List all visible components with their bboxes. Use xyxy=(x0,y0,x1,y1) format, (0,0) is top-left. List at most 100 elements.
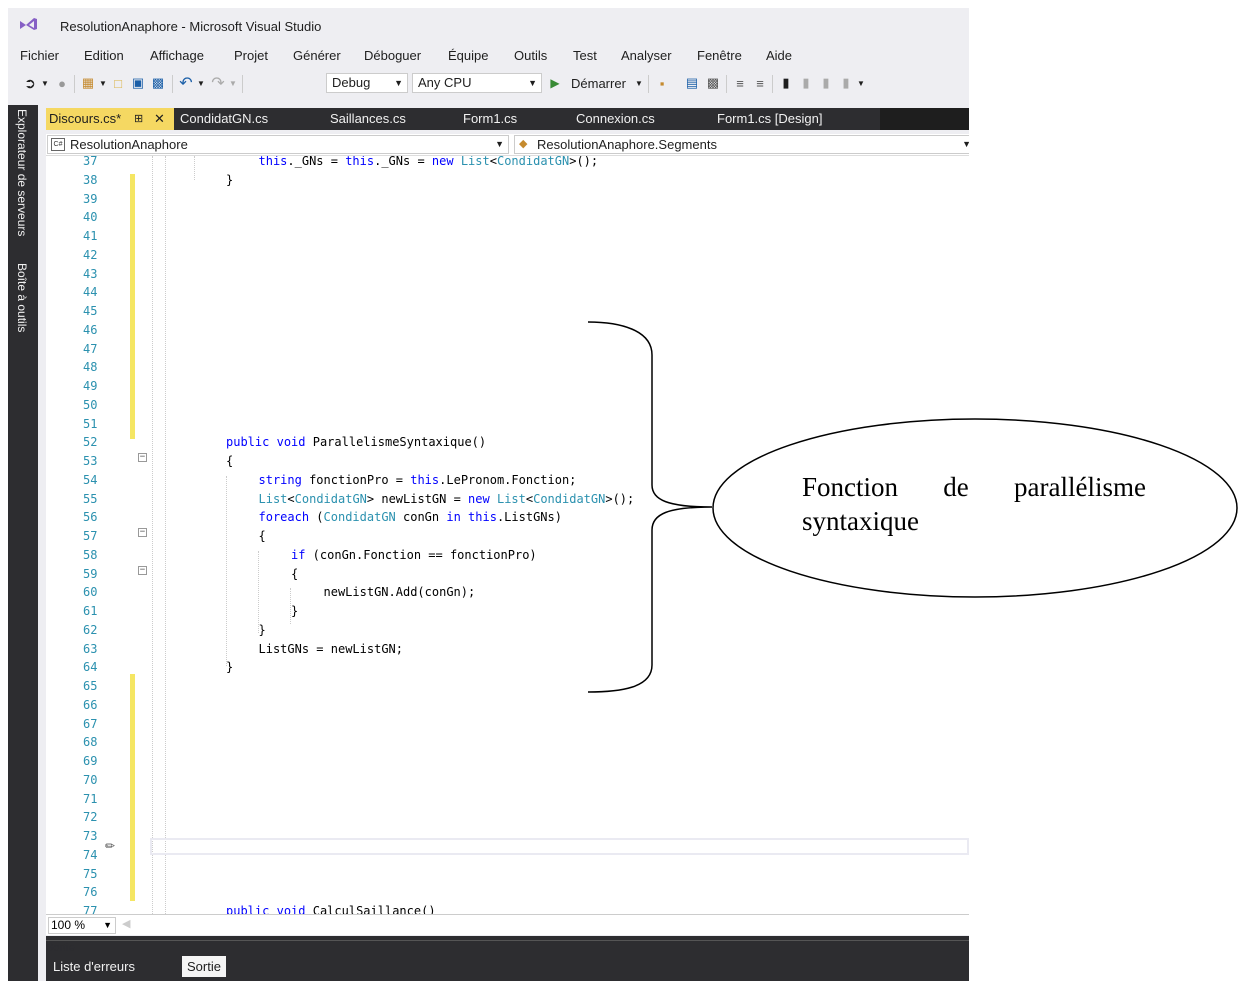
uncomment-lines-icon[interactable]: ≡ xyxy=(752,73,768,93)
pin-icon[interactable]: ⊞ xyxy=(134,108,143,130)
line-number: 69 xyxy=(83,754,98,768)
new-dropdown-icon[interactable]: ▼ xyxy=(98,73,108,93)
bookmark-icon[interactable]: ▮ xyxy=(778,73,794,93)
line-number: 50 xyxy=(83,397,98,412)
line-number: 68 xyxy=(83,735,98,750)
code-line: this._GNs = this._GNs = new List<Condida… xyxy=(258,156,599,168)
window-title: ResolutionAnaphore - Microsoft Visual St… xyxy=(60,19,322,34)
zoom-select[interactable]: 100 % ▼ xyxy=(48,917,116,934)
line-number: 45 xyxy=(83,304,98,318)
tab-form1-design[interactable]: Form1.cs [Design] xyxy=(717,108,822,130)
solution-configuration-select[interactable]: Debug ▼ xyxy=(326,73,408,93)
project-name: ResolutionAnaphore xyxy=(70,137,188,152)
tab-connexion[interactable]: Connexion.cs xyxy=(576,108,655,130)
undo-dropdown-icon[interactable]: ▼ xyxy=(196,73,206,93)
back-dropdown-icon[interactable]: ▼ xyxy=(40,73,50,93)
standard-toolbar: ➲ ▼ ● ▦ ▼ □ ▣ ▩ ↶ ▼ ↷ ▼ Debug ▼ Any CPU ▼ … xyxy=(8,70,969,98)
navigation-bar: C# ResolutionAnaphore ▼ ◆ ResolutionAnap… xyxy=(46,134,969,156)
line-number: 76 xyxy=(83,885,98,900)
menu-bar: Fichier Edition Affichage Projet Générer… xyxy=(8,42,969,68)
tab-saillances[interactable]: Saillances.cs xyxy=(330,108,406,130)
title-bar: ResolutionAnaphore - Microsoft Visual St… xyxy=(8,8,969,42)
csharp-file-icon: C# xyxy=(51,138,65,151)
project-dropdown[interactable]: C# ResolutionAnaphore ▼ xyxy=(47,135,509,154)
line-number: 63 xyxy=(83,641,98,656)
menu-fichier[interactable]: Fichier xyxy=(20,48,59,63)
code-line: foreach (CondidatGN conGn in this.ListGN… xyxy=(258,510,562,525)
menu-projet[interactable]: Projet xyxy=(234,48,268,63)
tab-error-list[interactable]: Liste d'erreurs xyxy=(48,956,140,977)
start-button[interactable]: Démarrer xyxy=(571,73,635,93)
line-number: 42 xyxy=(83,247,98,262)
menu-fenetre[interactable]: Fenêtre xyxy=(697,48,742,63)
back-icon[interactable]: ➲ xyxy=(22,73,38,93)
toolbar-overflow-icon[interactable]: ▼ xyxy=(856,73,866,93)
indent-guide xyxy=(226,476,227,666)
solution-explorer-icon[interactable]: ▤ xyxy=(684,73,700,93)
tab-label: Discours.cs* xyxy=(49,111,122,126)
line-number: 77 xyxy=(83,904,98,914)
line-number: 73 xyxy=(83,829,98,843)
line-number: 58 xyxy=(83,547,98,562)
line-number: 52 xyxy=(83,435,98,450)
tab-condidatgn[interactable]: CondidatGN.cs xyxy=(180,108,268,130)
forward-icon[interactable]: ● xyxy=(54,73,70,93)
properties-icon[interactable]: ▩ xyxy=(705,73,721,93)
line-number: 39 xyxy=(83,191,98,206)
chevron-down-icon: ▼ xyxy=(962,139,969,149)
menu-outils[interactable]: Outils xyxy=(514,48,547,63)
tab-form1[interactable]: Form1.cs xyxy=(463,108,517,130)
start-play-icon[interactable]: ▶ xyxy=(548,73,562,93)
code-line: { xyxy=(291,566,299,581)
start-dropdown-icon[interactable]: ▼ xyxy=(634,73,644,93)
line-number: 74 xyxy=(83,847,98,862)
close-icon[interactable]: ✕ xyxy=(154,108,165,130)
menu-equipe[interactable]: Équipe xyxy=(448,48,488,63)
line-number: 70 xyxy=(83,772,98,787)
save-all-icon[interactable]: ▩ xyxy=(150,73,166,93)
scroll-left-icon[interactable]: ◀ xyxy=(122,917,130,930)
panel-title: Sortie xyxy=(46,940,969,955)
menu-generer[interactable]: Générer xyxy=(293,48,341,63)
menu-test[interactable]: Test xyxy=(573,48,597,63)
line-number: 71 xyxy=(83,791,98,806)
find-in-files-icon[interactable]: ▪ xyxy=(654,73,670,93)
chevron-down-icon: ▼ xyxy=(495,139,504,149)
redo-dropdown-icon[interactable]: ▼ xyxy=(228,73,238,93)
class-icon: ◆ xyxy=(519,138,528,150)
tab-output[interactable]: Sortie xyxy=(182,956,226,977)
indent-guide xyxy=(165,156,166,914)
output-panel: Sortie Liste d'erreurs Sortie xyxy=(46,936,969,981)
code-line: public void CalculSaillance() xyxy=(226,904,436,914)
menu-deboguer[interactable]: Déboguer xyxy=(364,48,421,63)
next-bookmark-icon[interactable]: ▮ xyxy=(818,73,834,93)
new-project-icon[interactable]: ▦ xyxy=(80,73,96,93)
tab-discours[interactable]: Discours.cs* ⊞ ✕ xyxy=(46,108,174,130)
line-number: 66 xyxy=(83,697,98,712)
save-icon[interactable]: ▣ xyxy=(130,73,146,93)
server-explorer-tab[interactable]: Explorateur de serveurs xyxy=(15,109,29,236)
code-line: ListGNs = newListGN; xyxy=(258,641,404,656)
line-number: 64 xyxy=(83,660,98,675)
undo-icon[interactable]: ↶ xyxy=(178,73,194,93)
menu-affichage[interactable]: Affichage xyxy=(150,48,204,63)
menu-analyser[interactable]: Analyser xyxy=(621,48,672,63)
previous-bookmark-icon[interactable]: ▮ xyxy=(798,73,814,93)
indent-guide xyxy=(258,551,259,633)
comment-lines-icon[interactable]: ≡ xyxy=(732,73,748,93)
toolbox-tab[interactable]: Boîte à outils xyxy=(15,263,29,332)
menu-aide[interactable]: Aide xyxy=(766,48,792,63)
type-dropdown[interactable]: ◆ ResolutionAnaphore.Segments ▼ xyxy=(514,135,969,154)
line-number: 57 xyxy=(83,529,98,543)
clear-bookmarks-icon[interactable]: ▮ xyxy=(838,73,854,93)
open-folder-icon[interactable]: □ xyxy=(110,73,126,93)
line-number: 49 xyxy=(83,379,98,393)
menu-edition[interactable]: Edition xyxy=(84,48,124,63)
code-line: { xyxy=(258,529,266,543)
solution-platform-select[interactable]: Any CPU ▼ xyxy=(412,73,542,93)
line-number: 54 xyxy=(83,472,98,487)
redo-icon[interactable]: ↷ xyxy=(210,73,226,93)
line-number: 46 xyxy=(83,322,98,337)
zoom-value: 100 % xyxy=(51,918,86,932)
code-line: if (conGn.Fonction == fonctionPro) xyxy=(291,547,537,562)
